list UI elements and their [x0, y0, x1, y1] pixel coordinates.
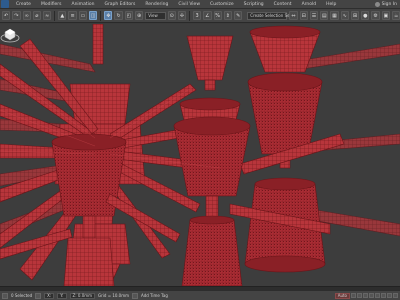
schematic-view-icon[interactable]: ⊞: [350, 11, 360, 20]
status-bar: 0 Selected X: Y: Z: 0.0mm Grid = 10.0mm …: [0, 291, 400, 300]
select-manipulate-icon[interactable]: ✢: [177, 11, 187, 20]
app-logo-icon[interactable]: [1, 0, 9, 8]
x-label: X:: [47, 293, 52, 298]
toolbar-separator: [54, 10, 56, 21]
menu-animation[interactable]: Animation: [67, 0, 100, 9]
z-label: Z: 0.0mm: [72, 293, 93, 298]
reference-coordinate-value: View: [148, 13, 158, 18]
orbit-icon[interactable]: [387, 292, 392, 298]
chandelier-wireframe-model: [0, 24, 400, 286]
next-frame-icon[interactable]: [369, 292, 374, 298]
angle-snap-icon[interactable]: ∠: [203, 11, 212, 20]
go-to-end-icon[interactable]: [375, 292, 380, 298]
maxscript-listener-icon[interactable]: [2, 292, 8, 299]
menu-scripting[interactable]: Scripting: [239, 0, 269, 9]
menu-modifiers[interactable]: Modifiers: [36, 0, 67, 9]
menu-civil-view[interactable]: Civil View: [173, 0, 205, 9]
placement-icon[interactable]: ⊕: [134, 11, 144, 20]
reference-coordinate-dropdown[interactable]: View: [145, 11, 166, 20]
redo-icon[interactable]: ↷: [12, 11, 21, 20]
previous-frame-icon[interactable]: [357, 292, 362, 298]
undo-icon[interactable]: ↶: [2, 11, 11, 20]
zoom-icon[interactable]: [381, 292, 386, 298]
playback-controls: Auto: [334, 292, 398, 299]
x-coordinate-field[interactable]: X:: [44, 292, 55, 299]
material-editor-icon[interactable]: ●: [361, 11, 370, 20]
edit-named-selection-icon[interactable]: ✎: [234, 11, 243, 20]
sign-in-label: Sign In: [381, 1, 397, 7]
mirror-icon[interactable]: ⇔: [289, 11, 298, 20]
lock-selection-icon[interactable]: [35, 292, 42, 299]
menu-graph-editors[interactable]: Graph Editors: [99, 0, 140, 9]
auto-key-button[interactable]: Auto: [334, 292, 350, 299]
render-setup-icon[interactable]: ⚙: [371, 11, 380, 20]
z-coordinate-field[interactable]: Z: 0.0mm: [69, 292, 96, 299]
viewcube-icon[interactable]: [0, 24, 20, 44]
render-production-icon[interactable]: ☕: [391, 11, 400, 20]
spinner-snap-icon[interactable]: ⇕: [223, 11, 233, 20]
select-scale-icon[interactable]: ◰: [124, 11, 133, 20]
y-label: Y:: [60, 293, 64, 298]
auto-key-label: Auto: [337, 293, 347, 298]
grid-size: Grid = 10.0mm: [98, 293, 130, 298]
toggle-scene-explorer-icon[interactable]: ☰: [309, 11, 319, 20]
play-icon[interactable]: [363, 292, 368, 298]
snaps-toggle-icon[interactable]: 3: [192, 11, 202, 20]
menu-create[interactable]: Create: [11, 0, 36, 9]
window-crossing-icon[interactable]: ◫: [89, 11, 98, 20]
select-move-icon[interactable]: ✥: [104, 11, 113, 20]
layer-explorer-icon[interactable]: ▤: [320, 11, 329, 20]
user-icon: [374, 1, 380, 7]
align-icon[interactable]: ⊟: [299, 11, 308, 20]
sign-in-button[interactable]: Sign In: [374, 1, 397, 7]
pan-icon[interactable]: [393, 292, 398, 298]
pivot-center-icon[interactable]: ⊙: [167, 11, 176, 20]
time-tag-icon[interactable]: [132, 292, 139, 299]
bind-space-warp-icon[interactable]: ≈: [43, 11, 52, 20]
rect-selection-icon[interactable]: ▭: [78, 11, 88, 20]
go-to-start-icon[interactable]: [351, 292, 356, 298]
add-time-tag-label[interactable]: Add Time Tag: [141, 293, 168, 298]
unlink-icon[interactable]: ⌀: [32, 11, 42, 20]
curve-editor-icon[interactable]: ∿: [340, 11, 349, 20]
selection-status: 0 Selected: [11, 293, 33, 298]
toolbar-separator: [189, 10, 190, 21]
named-selection-value: Create Selection Se: [250, 13, 290, 18]
menu-rendering[interactable]: Rendering: [140, 0, 173, 9]
link-icon[interactable]: ∞: [22, 11, 31, 20]
menu-help[interactable]: Help: [321, 0, 341, 9]
select-object-icon[interactable]: ▲: [58, 11, 67, 20]
toggle-ribbon-icon[interactable]: ▦: [330, 11, 339, 20]
menu-arnold[interactable]: Arnold: [297, 0, 322, 9]
toolbar-separator: [100, 10, 102, 21]
y-coordinate-field[interactable]: Y:: [57, 292, 67, 299]
menu-content[interactable]: Content: [269, 0, 297, 9]
menu-bar: Create Modifiers Animation Graph Editors…: [0, 0, 400, 9]
rendered-frame-window-icon[interactable]: ▣: [381, 11, 390, 20]
menu-customize[interactable]: Customize: [205, 0, 239, 9]
main-toolbar: ↶ ↷ ∞ ⌀ ≈ ▲ ≡ ▭ ◫ ✥ ↻ ◰ ⊕ View ⊙ ✢ 3 ∠ %…: [0, 9, 400, 23]
select-rotate-icon[interactable]: ↻: [114, 11, 123, 20]
perspective-viewport[interactable]: [0, 24, 400, 286]
select-by-name-icon[interactable]: ≡: [68, 11, 77, 20]
named-selection-dropdown[interactable]: Create Selection Se: [247, 11, 290, 20]
percent-snap-icon[interactable]: %: [213, 11, 222, 20]
